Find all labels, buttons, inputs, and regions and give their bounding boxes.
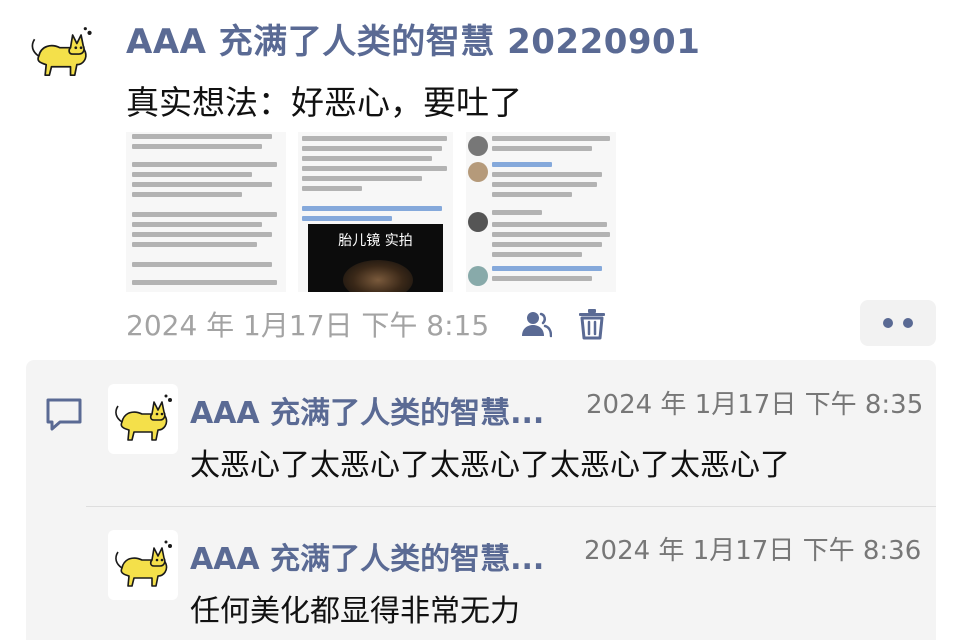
- post-images: 胎儿镜 实拍: [126, 132, 616, 292]
- delete-button[interactable]: [572, 304, 612, 344]
- comment-bubble-icon: [44, 396, 84, 438]
- person-icon: [522, 312, 552, 338]
- comment-divider: [86, 506, 936, 507]
- image-thumbnail[interactable]: [126, 132, 286, 292]
- comment-text[interactable]: 太恶心了太恶心了太恶心了太恶心了太恶心了: [190, 440, 790, 484]
- post-text: 真实想法：好恶心，要吐了: [126, 83, 522, 122]
- cat-icon: [115, 540, 172, 587]
- cat-icon: [115, 394, 172, 441]
- comment-timestamp: 2024 年 1月17日 下午 8:36: [584, 536, 922, 566]
- post-timestamp: 2024 年 1月17日 下午 8:15: [126, 309, 490, 342]
- image-thumbnail[interactable]: 胎儿镜 实拍: [298, 132, 453, 292]
- comment-author-name[interactable]: AAA 充满了人类的智慧...: [190, 534, 544, 578]
- video-caption: 胎儿镜 实拍: [338, 233, 413, 249]
- comment-timestamp: 2024 年 1月17日 下午 8:35: [586, 390, 924, 420]
- post-author-name[interactable]: AAA 充满了人类的智慧 20220901: [126, 14, 700, 63]
- cat-icon: [31, 27, 92, 77]
- people-button[interactable]: [516, 304, 556, 344]
- comment-author-avatar[interactable]: [108, 530, 178, 600]
- trash-icon: [579, 309, 605, 340]
- comment-author-name[interactable]: AAA 充满了人类的智慧...: [190, 388, 544, 432]
- comment-text[interactable]: 任何美化都显得非常无力: [190, 586, 520, 630]
- image-thumbnail[interactable]: [466, 132, 616, 292]
- author-avatar[interactable]: [24, 16, 98, 90]
- video-thumbnail[interactable]: 胎儿镜 实拍: [308, 224, 443, 292]
- more-options-button[interactable]: [860, 300, 936, 346]
- more-dots-icon: [883, 318, 893, 328]
- comment-author-avatar[interactable]: [108, 384, 178, 454]
